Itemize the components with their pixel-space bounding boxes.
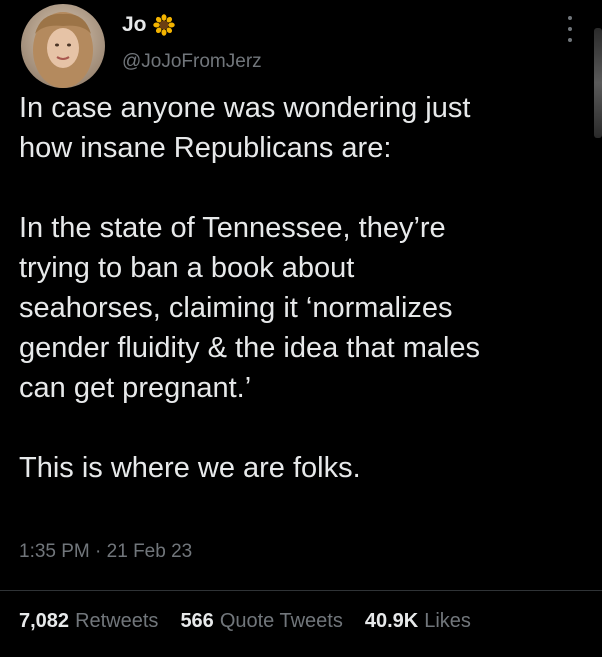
avatar[interactable] [21, 4, 105, 88]
divider [0, 590, 602, 591]
tweet-line: how insane Republicans are: [19, 132, 392, 164]
tweet-time: 1:35 PM [19, 541, 90, 562]
tweet: Jo @JoJoFromJerz In case anyone was wond… [0, 0, 602, 657]
quote-tweets-count: 566 [180, 610, 214, 632]
tweet-date: 21 Feb 23 [106, 541, 193, 562]
meta-separator: · [95, 541, 102, 562]
tweet-line: This is where we are folks. [19, 452, 361, 484]
engagement-stats: 7,082 Retweets 566 Quote Tweets 40.9K Likes [19, 610, 471, 633]
scrollbar[interactable] [594, 28, 602, 138]
likes-count: 40.9K [364, 610, 419, 632]
quote-tweets-stat[interactable]: 566 Quote Tweets [180, 610, 342, 633]
sunflower-icon [152, 14, 175, 36]
retweets-count: 7,082 [19, 610, 70, 632]
tweet-line: trying to ban a book about [19, 252, 355, 284]
likes-stat[interactable]: 40.9K Likes [365, 610, 471, 633]
more-options-icon[interactable] [563, 14, 577, 44]
display-name[interactable]: Jo [122, 13, 175, 37]
display-name-text: Jo [122, 13, 147, 36]
tweet-line: can get pregnant.’ [19, 372, 252, 404]
tweet-text: In case anyone was wondering just how in… [19, 88, 589, 488]
retweets-label: Retweets [75, 610, 159, 632]
quote-tweets-label: Quote Tweets [219, 610, 343, 632]
tweet-line: In the state of Tennessee, they’re [19, 212, 446, 244]
likes-label: Likes [424, 610, 471, 632]
tweet-line: gender fluidity & the idea that males [19, 332, 481, 364]
timestamp[interactable]: 1:35 PM · 21 Feb 23 [19, 541, 192, 563]
retweets-stat[interactable]: 7,082 Retweets [19, 610, 158, 633]
handle[interactable]: @JoJoFromJerz [122, 51, 262, 73]
tweet-line: seahorses, claiming it ‘normalizes [19, 292, 453, 324]
tweet-line: In case anyone was wondering just [19, 92, 471, 124]
